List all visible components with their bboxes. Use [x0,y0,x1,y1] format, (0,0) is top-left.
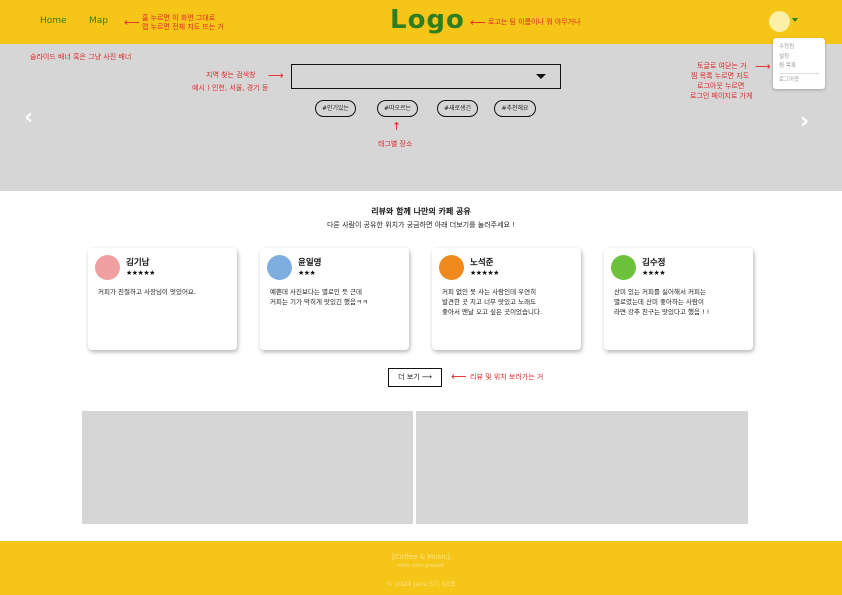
footer-subtitle: mini mini project [397,563,445,569]
arrow-right-icon: ⟶ [268,69,284,82]
photo-placeholder [416,411,748,524]
review-card[interactable]: 노석준 ★★★★★ 커피 없인 못 사는 사람인데 우연히 발견한 곳 치고 너… [432,248,581,350]
avatar [439,255,464,280]
reviewer-name: 노석준 [470,258,494,268]
menu-item-wishlist[interactable]: 찜 목록 [779,62,819,72]
annotation-tags: 태그별 장소 [378,140,413,148]
reviewer-name: 김기남 [126,258,150,268]
tag-rising[interactable]: #따오르는 [377,100,418,117]
menu-item-settings[interactable]: 설정 [779,53,819,63]
logo[interactable]: Logo [390,5,465,35]
chevron-down-icon[interactable] [792,18,798,22]
annotation-menu-logout: 로그아웃 누르면 [697,82,745,90]
review-card[interactable]: 김수정 ★★★★ 산미 있는 커피를 싫어해서 커피는 별로였는데 산미 좋아하… [604,248,753,350]
arrow-left-icon: ⟵ [124,16,140,29]
banner-prev-icon[interactable]: ‹ [24,107,33,129]
more-button[interactable]: 더 보기 ⟶ [388,368,442,387]
review-card[interactable]: 김기남 ★★★★★ 커피가 친절하고 사장님이 멋있어요. [88,248,237,350]
review-text: 산미 있는 커피를 싫어해서 커피는 별로였는데 산미 좋아하는 사람이 라면 … [614,288,710,316]
arrow-left-icon: ⟵ [470,16,486,29]
annotation-menu-toggle: 토글로 여닫는 거 [697,62,747,70]
star-rating: ★★★★★ [126,269,155,277]
annotation-banner: 슬라이드 배너 혹은 그냥 사진 배너 [30,53,132,61]
menu-item-edit[interactable]: 수정됨 [779,43,819,53]
reviewer-name: 김수정 [642,258,666,268]
annotation-search-example: 예시 ) 인천, 서울, 경기 등 [192,84,269,92]
annotation-menu-wishlist: 찜 목록 누르면 지도 [691,72,750,80]
review-text: 커피가 친절하고 사장님이 멋있어요. [98,288,196,296]
annotation-menu-login: 로그인 페이지로 가게 [690,92,753,100]
star-rating: ★★★ [298,269,316,277]
user-avatar[interactable] [769,11,790,32]
annotation-logo: 로고는 팀 이름이나 뭐 아무거나 [488,18,581,26]
annotation-more: 리뷰 및 위치 보러가는 거 [470,373,544,381]
arrow-up-icon: ↑ [392,120,402,133]
reviews-subtitle: 다른 사람이 공유한 위치가 궁금하면 아래 더보기를 눌러주세요 ! [326,221,516,229]
photo-placeholder [82,411,413,524]
annotation-search: 지역 찾는 검색창 [206,71,256,79]
region-search-select[interactable] [291,64,561,89]
banner-next-icon[interactable]: › [800,111,809,133]
annotation-nav-map: 맵 누르면 전체 지도 뜨는 거 [142,23,224,31]
footer-copyright: © 2024 Java 5기 10조 [386,580,456,588]
footer: [Coffee & Music] mini mini project © 202… [0,541,842,595]
review-text: 예쁜데 사진보다는 별로인 듯 근데 커피는 기가 막히게 맛있긴 했음ㅋㅋ [270,288,368,306]
chevron-down-icon[interactable] [536,74,546,79]
reviewer-name: 윤일영 [298,258,322,268]
reviews-title: 리뷰와 함께 나만의 카페 공유 [371,207,471,216]
review-card[interactable]: 윤일영 ★★★ 예쁜데 사진보다는 별로인 듯 근데 커피는 기가 막히게 맛있… [260,248,409,350]
arrow-left-icon: ⟵ [451,370,467,383]
avatar [267,255,292,280]
menu-divider [779,72,819,74]
star-rating: ★★★★ [642,269,666,277]
avatar [95,255,120,280]
review-text: 커피 없인 못 사는 사람인데 우연히 발견한 곳 치고 너무 맛있고 노래도 … [442,288,543,316]
nav-map-link[interactable]: Map [89,16,108,26]
footer-title: [Coffee & Music] [392,553,450,561]
star-rating: ★★★★★ [470,269,499,277]
avatar [611,255,636,280]
tag-new[interactable]: #새로생긴 [437,100,478,117]
menu-item-logout[interactable]: 로그아웃 [779,76,819,86]
tag-recommend[interactable]: #추천해요 [494,100,536,117]
tag-popular[interactable]: #인기있는 [315,100,356,117]
nav-home-link[interactable]: Home [40,16,67,26]
arrow-right-icon: ⟶ [755,60,771,73]
user-menu-dropdown: 수정됨 설정 찜 목록 로그아웃 [773,38,825,89]
annotation-nav-home: 홈 누르면 이 화면 그대로 [142,14,216,22]
